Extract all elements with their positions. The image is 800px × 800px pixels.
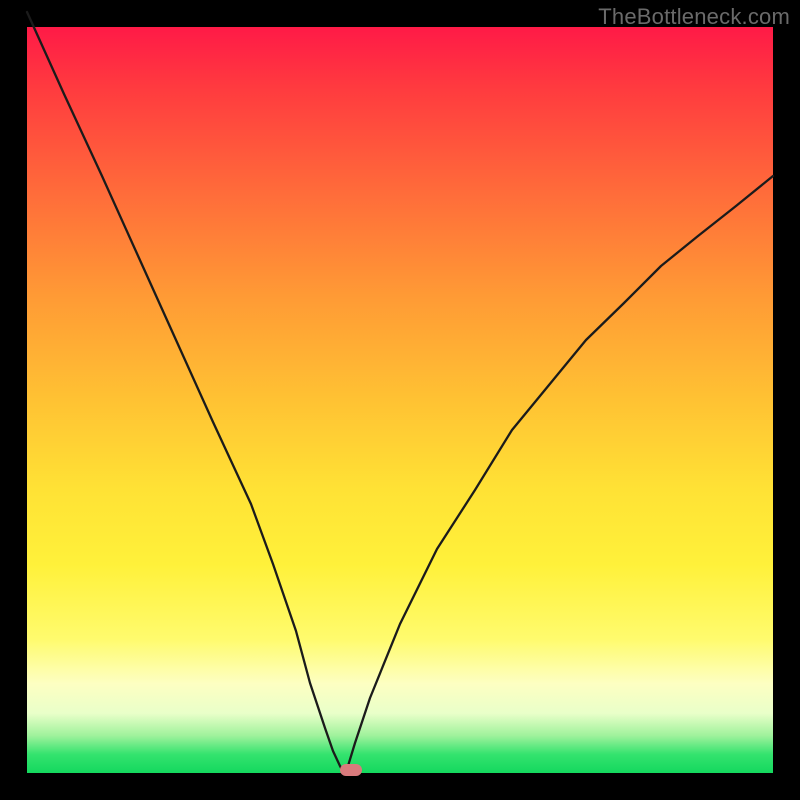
plot-area xyxy=(27,27,773,773)
watermark-text: TheBottleneck.com xyxy=(598,4,790,30)
bottleneck-curve xyxy=(27,27,773,773)
minimum-marker xyxy=(340,764,362,776)
chart-frame: TheBottleneck.com xyxy=(0,0,800,800)
curve-path xyxy=(27,12,773,773)
